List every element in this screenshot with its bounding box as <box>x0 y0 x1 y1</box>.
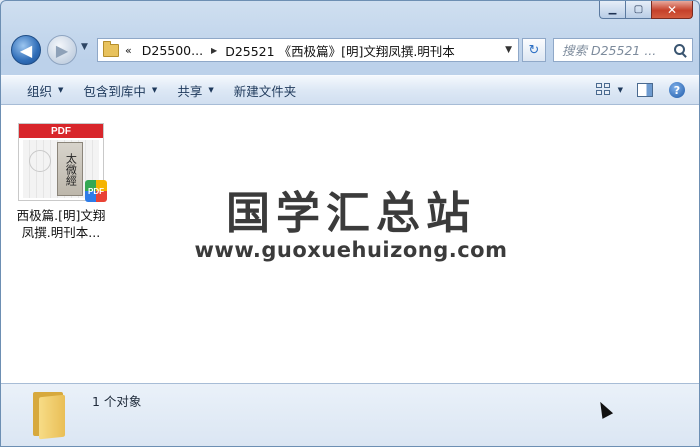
help-icon[interactable]: ? <box>669 82 685 98</box>
back-button[interactable]: ◀ <box>11 35 41 65</box>
watermark-title: 国学汇总站 <box>226 188 476 239</box>
address-bar[interactable]: « D25500... ▶ D25521 《西极篇》[明]文翔凤撰.明刊本 ▼ <box>97 38 519 62</box>
share-menu[interactable]: 共享 ▼ <box>167 76 223 104</box>
back-arrow-icon: ◀ <box>19 40 33 60</box>
address-dropdown-icon[interactable]: ▼ <box>505 45 512 55</box>
view-options-chevron-icon[interactable]: ▼ <box>618 86 623 94</box>
minimize-button[interactable]: ▁ <box>599 1 625 19</box>
forward-arrow-icon: ▶ <box>55 40 69 60</box>
navigation-bar: ◀ ▶ ▼ « D25500... ▶ D25521 《西极篇》[明]文翔凤撰.… <box>1 31 699 71</box>
breadcrumb-segment-parent[interactable]: D25500... <box>142 43 203 58</box>
seal-stamp-icon <box>29 150 51 172</box>
search-input[interactable] <box>554 42 668 58</box>
include-in-library-menu[interactable]: 包含到库中 ▼ <box>73 76 167 104</box>
include-in-library-label: 包含到库中 <box>83 83 146 99</box>
search-icon[interactable] <box>674 44 686 56</box>
command-bar: 组织 ▼ 包含到库中 ▼ 共享 ▼ 新建文件夹 ▼ ? <box>1 75 699 105</box>
recent-pages-button[interactable]: ▼ <box>81 42 88 52</box>
new-folder-label: 新建文件夹 <box>233 83 297 99</box>
preview-pane-icon[interactable] <box>637 83 653 97</box>
refresh-button[interactable]: ↻ <box>522 38 546 62</box>
breadcrumb-segment-current[interactable]: D25521 《西极篇》[明]文翔凤撰.明刊本 <box>225 41 455 60</box>
chevron-down-icon: ▼ <box>151 86 158 94</box>
maximize-button[interactable]: ▢ <box>625 1 651 19</box>
details-pane: 1 个对象 <box>1 383 699 446</box>
refresh-icon: ↻ <box>528 42 540 58</box>
chevron-down-icon: ▼ <box>208 86 214 94</box>
item-count: 1 个对象 <box>92 394 142 409</box>
change-view-icon[interactable] <box>595 83 612 97</box>
hidden-path-chevron[interactable]: « <box>125 44 132 57</box>
forward-button[interactable]: ▶ <box>47 35 77 65</box>
watermark-url: www.guoxuehuizong.com <box>194 238 508 262</box>
pdf-band-label: PDF <box>19 124 103 138</box>
search-box <box>553 38 693 62</box>
folder-icon <box>103 40 119 57</box>
view-controls: ▼ ? <box>595 82 699 98</box>
organize-menu[interactable]: 组织 ▼ <box>17 76 73 104</box>
organize-label: 组织 <box>27 83 53 99</box>
chevron-down-icon: ▼ <box>58 86 64 94</box>
folder-icon-large <box>31 390 67 440</box>
new-folder-button[interactable]: 新建文件夹 <box>224 76 307 104</box>
file-list-pane[interactable]: PDF 太微經 PDF 西极篇.[明]文翔凤撰.明刊本... 国学汇总站 www… <box>1 105 699 383</box>
share-label: 共享 <box>177 83 203 99</box>
explorer-window: ▁ ▢ ✕ ◀ ▶ ▼ « D25500... ▶ D25521 《西极篇》[明… <box>0 0 700 447</box>
breadcrumb-separator-icon[interactable]: ▶ <box>211 46 217 55</box>
caption-buttons: ▁ ▢ ✕ <box>599 1 693 19</box>
close-button[interactable]: ✕ <box>651 1 693 19</box>
